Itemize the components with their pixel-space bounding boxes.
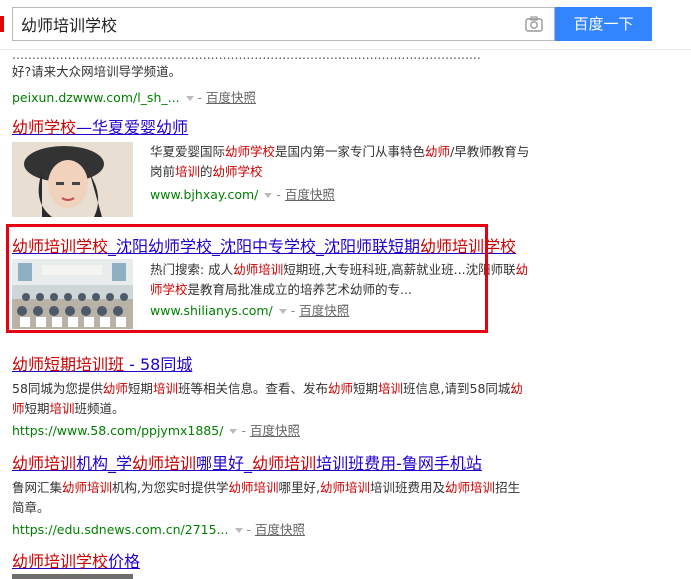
result-url-line: https://edu.sdnews.com.cn/2715... - 百度快照	[12, 520, 572, 540]
result-desc: 好?请来大众网培训导学频道。	[12, 64, 182, 79]
keyword-highlight: 幼师培训	[252, 454, 317, 473]
keyword-highlight: 幼师短期培训班	[12, 355, 125, 374]
result-url[interactable]: peixun.dzwww.com/l_sh_...	[12, 90, 180, 105]
snapshot-link[interactable]: 百度快照	[206, 90, 256, 105]
text-segment: 机构,为您实时提供学	[112, 480, 229, 495]
result-desc-line-1: 鲁网汇集幼师培训机构,为您实时提供学幼师培训哪里好,幼师培训培训班费用及幼师培训…	[12, 478, 572, 498]
text-segment: 短期	[352, 381, 378, 396]
keyword-highlight: 幼师培训	[445, 480, 496, 495]
result-desc-line-2: 师短期培训班频道。	[12, 399, 572, 419]
keyword-highlight: 幼师学校	[225, 144, 276, 159]
text-segment: 的	[200, 164, 213, 179]
text-segment: 哪里好_	[196, 454, 253, 473]
result-desc-line-1: 58同城为您提供幼师短期培训班等相关信息。查看、发布幼师短期培训班信息,请到58…	[12, 379, 572, 399]
text-segment: 价格	[108, 552, 141, 571]
annotation-highlight-box	[6, 224, 488, 333]
text-segment: 鲁网汇集	[12, 480, 63, 495]
text-segment: 哪里好,	[278, 480, 321, 495]
snapshot-link[interactable]: 百度快照	[250, 423, 300, 438]
chevron-down-icon[interactable]	[234, 528, 243, 533]
text-segment: 简章。	[12, 500, 50, 515]
keyword-highlight: 幼师学校	[212, 164, 263, 179]
keyword-highlight: 幼师	[102, 381, 128, 396]
separator: -	[276, 187, 281, 202]
chevron-down-icon[interactable]	[185, 96, 194, 101]
search-button[interactable]: 百度一下	[555, 7, 652, 41]
chevron-down-icon[interactable]	[264, 193, 273, 198]
result-url-line: www.bjhxay.com/ - 百度快照	[150, 185, 550, 205]
result-desc-cut: ........................................…	[12, 52, 481, 62]
text-segment: 机构_学	[76, 454, 133, 473]
result-title[interactable]: 幼师短期培训班 - 58同城	[12, 351, 572, 375]
result-item-1: 幼师学校—华夏爱婴幼师	[12, 114, 572, 138]
result-desc-line-1: 华夏爱婴国际幼师学校是国内第一家专门从事特色幼师/早教师教育与	[150, 142, 550, 162]
text-segment: 班信息,请到58同城	[403, 381, 511, 396]
result-item-4: 幼师培训机构_学幼师培训哪里好_幼师培训培训班费用-鲁网手机站 鲁网汇集幼师培训…	[12, 450, 572, 540]
text-segment: 班等相关信息。查看、发布	[177, 381, 328, 396]
result-title[interactable]: 幼师培训机构_学幼师培训哪里好_幼师培训培训班费用-鲁网手机站	[12, 450, 572, 474]
keyword-highlight: 幼师培训学校	[12, 552, 109, 571]
keyword-highlight: 培训	[378, 381, 404, 396]
search-header: 百度一下	[0, 0, 691, 50]
keyword-highlight: 幼师培训	[132, 454, 197, 473]
keyword-highlight: 培训	[175, 164, 201, 179]
result-item-3: 幼师短期培训班 - 58同城 58同城为您提供幼师短期培训班等相关信息。查看、发…	[12, 351, 572, 441]
text-segment: —华夏爱婴幼师	[76, 118, 189, 137]
result-url[interactable]: https://www.58.com/ppjymx1885/	[12, 423, 223, 438]
keyword-highlight: 培训	[152, 381, 178, 396]
text-segment: - 58同城	[124, 355, 193, 374]
result-url-line: https://www.58.com/ppjymx1885/ - 百度快照	[12, 421, 572, 441]
result-url[interactable]: www.bjhxay.com/	[150, 187, 258, 202]
result-url-line: peixun.dzwww.com/l_sh_... - 百度快照	[12, 88, 552, 108]
result-desc-line-2: 岗前培训的幼师学校	[150, 162, 550, 182]
snapshot-link[interactable]: 百度快照	[285, 187, 335, 202]
keyword-highlight: 幼师学校	[12, 118, 77, 137]
keyword-highlight: 幼师	[425, 144, 451, 159]
keyword-highlight: 培训	[49, 401, 75, 416]
keyword-highlight: 幼师培训	[228, 480, 279, 495]
keyword-highlight: 幼师培训	[62, 480, 113, 495]
text-segment: 短期	[24, 401, 50, 416]
result-thumbnail-photo[interactable]	[12, 142, 133, 217]
keyword-highlight: 幼	[510, 381, 523, 396]
search-input[interactable]	[21, 14, 501, 33]
text-segment: 培训班费用-鲁网手机站	[316, 454, 482, 473]
result-thumbnail-photo[interactable]	[12, 574, 133, 579]
result-url[interactable]: https://edu.sdnews.com.cn/2715...	[12, 522, 229, 537]
text-segment: 培训班费用及	[370, 480, 446, 495]
separator: -	[197, 90, 203, 105]
text-segment: 岗前	[150, 164, 176, 179]
snapshot-link[interactable]: 百度快照	[255, 522, 305, 537]
text-segment: 短期	[127, 381, 153, 396]
result-body-1: 华夏爱婴国际幼师学校是国内第一家专门从事特色幼师/早教师教育与 岗前培训的幼师学…	[150, 142, 550, 205]
separator: -	[241, 423, 246, 438]
result-title[interactable]: 幼师培训学校价格	[12, 548, 572, 572]
keyword-highlight: 幼师培训	[12, 454, 77, 473]
text-segment: 58同城为您提供	[12, 381, 103, 396]
keyword-highlight: 幼	[515, 262, 529, 277]
baidu-logo-fragment[interactable]	[0, 16, 4, 32]
result-title[interactable]: 幼师学校—华夏爱婴幼师	[12, 114, 572, 138]
text-segment: 招生	[495, 480, 521, 495]
keyword-highlight: 幼师培训	[320, 480, 371, 495]
result-item-0: ........................................…	[12, 52, 552, 108]
result-desc-line-2: 简章。	[12, 498, 572, 518]
result-item-5: 幼师培训学校价格	[12, 548, 572, 572]
text-segment: 班频道。	[74, 401, 125, 416]
keyword-highlight: 幼师	[327, 381, 353, 396]
keyword-highlight: 师	[12, 401, 25, 416]
text-segment: /早教师教育与	[450, 144, 530, 159]
text-segment: 华夏爱婴国际	[150, 144, 226, 159]
camera-icon[interactable]	[525, 16, 543, 32]
search-box[interactable]	[12, 7, 555, 41]
text-segment: 是国内第一家专门从事特色	[275, 144, 426, 159]
chevron-down-icon[interactable]	[229, 429, 238, 434]
separator: -	[246, 522, 252, 537]
